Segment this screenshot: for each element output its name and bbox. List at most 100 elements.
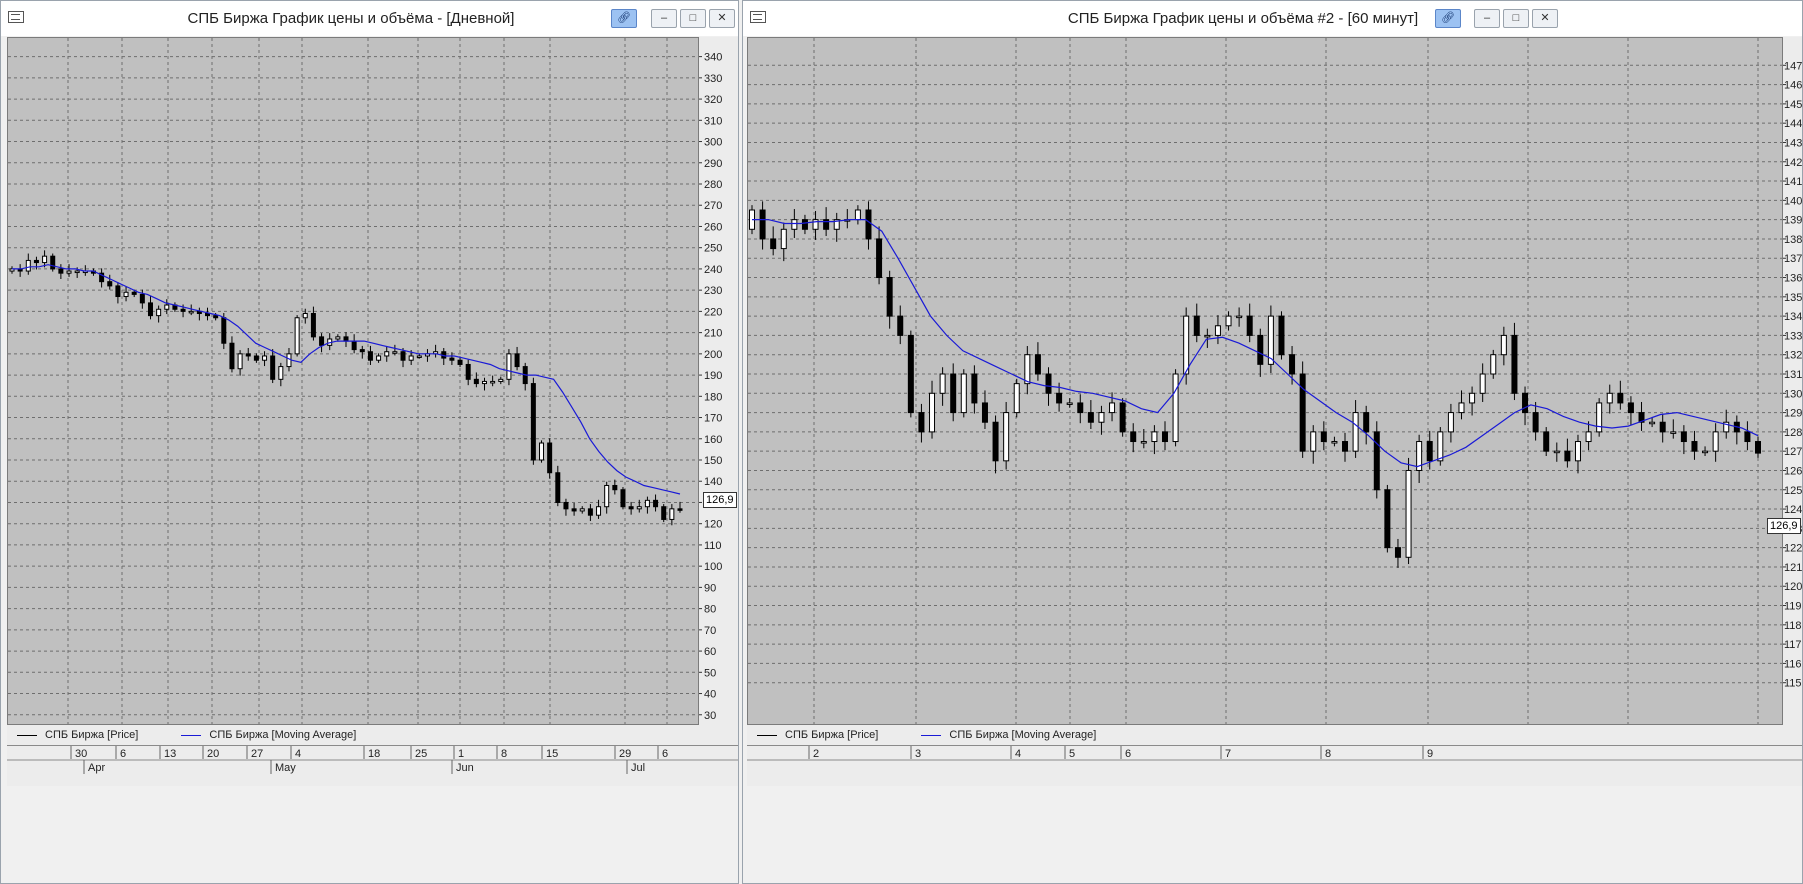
price-tick-label: 133	[1784, 330, 1802, 342]
close-button[interactable]: ✕	[1532, 9, 1558, 28]
chart-legend: СПБ Биржа [Price] СПБ Биржа [Moving Aver…	[7, 725, 738, 745]
price-tick-label: 300	[704, 137, 722, 149]
maximize-button[interactable]: □	[1503, 9, 1529, 28]
time-axis[interactable]: 2 3 4 5 6 7 8 9	[747, 745, 1802, 786]
candle	[1500, 334, 1507, 356]
price-tick-label: 134	[1784, 311, 1802, 323]
candle	[563, 501, 569, 510]
ma-legend-label: СПБ Биржа [Moving Average]	[209, 729, 357, 741]
time-tick-label: 9	[1427, 748, 1433, 760]
candle	[66, 270, 72, 274]
ma-legend-label: СПБ Биржа [Moving Average]	[949, 729, 1097, 741]
month-tick-label: Jul	[631, 762, 645, 774]
price-tick-label: 137	[1784, 253, 1802, 265]
candle	[278, 366, 284, 380]
month-tick-label: Jun	[456, 762, 474, 774]
link-icon[interactable]: 🔗︎	[611, 9, 637, 28]
price-tick-label: 310	[704, 115, 722, 127]
candle	[367, 351, 373, 361]
candle	[992, 421, 999, 462]
price-tick-label: 136	[1784, 273, 1802, 285]
candle	[1458, 402, 1465, 414]
chart-window-hourly[interactable]: СПБ Биржа График цены и объёма #2 - [60 …	[742, 0, 1803, 884]
candle	[1363, 412, 1370, 433]
candle	[939, 373, 946, 394]
candle	[457, 359, 463, 365]
price-tick-label: 142	[1784, 157, 1802, 169]
candle	[1606, 392, 1613, 404]
time-axis-labels: 30 6 13 20 27 4 18 25 1 8 15 29 6Apr May Jun Jul	[7, 746, 738, 774]
candle	[1479, 373, 1486, 394]
time-tick-label: 29	[619, 748, 631, 760]
candle	[1691, 441, 1698, 452]
price-tick-label: 320	[704, 94, 722, 106]
candle	[1627, 402, 1634, 414]
price-tick-label: 125	[1784, 485, 1802, 497]
price-chart-plot[interactable]	[7, 37, 699, 725]
candle	[164, 304, 170, 310]
candle	[270, 355, 276, 380]
candle	[286, 353, 292, 368]
candle	[139, 293, 145, 304]
candle	[530, 383, 536, 461]
candle	[1214, 325, 1221, 336]
chart-window-daily[interactable]: СПБ Биржа График цены и объёма - [Дневно…	[0, 0, 739, 884]
candle	[1543, 431, 1550, 452]
candle	[1289, 354, 1296, 375]
candle	[351, 340, 357, 351]
candle	[1278, 315, 1285, 356]
candle	[1596, 402, 1603, 433]
price-axis[interactable]: 1151161171181191201211221231241251261271…	[1783, 37, 1802, 725]
minimize-button[interactable]: –	[651, 9, 677, 28]
candle	[1130, 431, 1137, 443]
price-tick-label: 50	[704, 667, 716, 679]
candle	[539, 442, 545, 461]
price-tick-label: 141	[1784, 176, 1802, 188]
candle	[1437, 431, 1444, 462]
window-titlebar[interactable]: СПБ Биржа График цены и объёма - [Дневно…	[1, 1, 738, 36]
price-tick-label: 127	[1784, 446, 1802, 458]
candle	[801, 219, 808, 230]
candle	[1352, 412, 1359, 452]
time-tick-label: 6	[120, 748, 126, 760]
candle	[1522, 392, 1529, 414]
price-chart-plot[interactable]	[747, 37, 1783, 725]
candle	[1077, 402, 1084, 414]
price-legend-label: СПБ Биржа [Price]	[45, 729, 139, 741]
maximize-button[interactable]: □	[680, 9, 706, 28]
candle	[359, 349, 365, 353]
candle	[1098, 412, 1105, 423]
close-button[interactable]: ✕	[709, 9, 735, 28]
price-axis[interactable]: 3040506070809010011012013014015016017018…	[699, 37, 738, 725]
candle	[74, 270, 80, 274]
candle	[1172, 373, 1179, 443]
price-tick-label: 124	[1784, 504, 1802, 516]
candle	[384, 351, 390, 357]
price-tick-label: 230	[704, 285, 722, 297]
candle	[547, 442, 553, 474]
candle	[262, 355, 268, 361]
candle	[612, 484, 618, 491]
link-icon[interactable]: 🔗︎	[1435, 9, 1461, 28]
candle	[1225, 315, 1232, 327]
price-tick-label: 160	[704, 434, 722, 446]
time-axis[interactable]: 30 6 13 20 27 4 18 25 1 8 15 29 6 Apr May Jun Jul	[7, 745, 738, 786]
candle	[644, 499, 650, 508]
candle	[1140, 441, 1147, 444]
candle	[180, 308, 186, 312]
candle	[1331, 441, 1338, 444]
candle	[587, 508, 593, 516]
candle	[571, 508, 577, 512]
window-titlebar[interactable]: СПБ Биржа График цены и объёма #2 - [60 …	[743, 1, 1802, 36]
minimize-button[interactable]: –	[1474, 9, 1500, 28]
last-price-readout: 126,9	[1767, 518, 1801, 534]
candle	[1680, 431, 1687, 443]
candle	[1755, 441, 1761, 454]
price-chart-canvas	[8, 38, 698, 724]
price-tick-label: 290	[704, 158, 722, 170]
price-tick-label: 138	[1784, 234, 1802, 246]
candle	[918, 412, 925, 433]
time-tick-label: 7	[1225, 748, 1231, 760]
candle	[1447, 412, 1454, 433]
price-tick-label: 180	[704, 391, 722, 403]
